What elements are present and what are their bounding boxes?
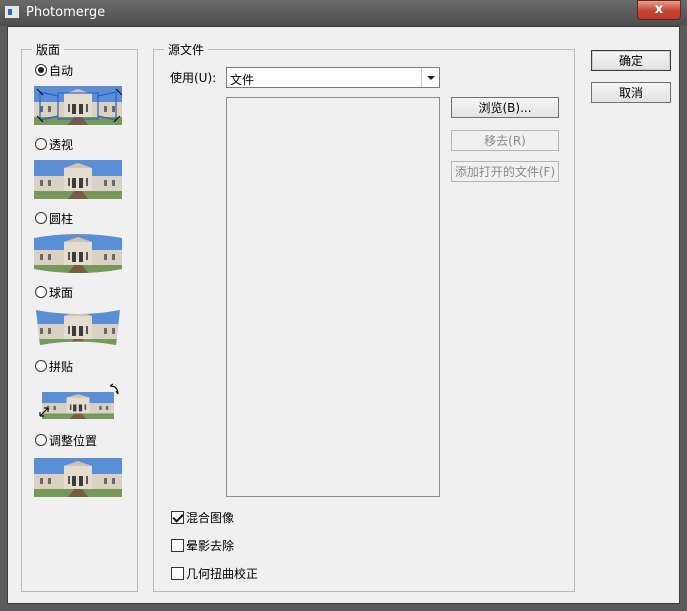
collage-layout-thumbnail <box>34 382 122 421</box>
radio-button[interactable] <box>35 212 47 224</box>
layout-option-label: 透视 <box>49 137 74 152</box>
layout-option-collage[interactable]: 拼贴 <box>35 358 73 374</box>
layout-option-label: 球面 <box>49 285 74 300</box>
use-select-value: 文件 <box>230 73 255 87</box>
layout-option-cylindrical[interactable]: 圆柱 <box>35 210 73 226</box>
perspective-layout-thumbnail <box>34 160 122 199</box>
layout-option-label: 自动 <box>49 63 74 78</box>
layout-option-reposition[interactable]: 调整位置 <box>35 432 97 448</box>
radio-button[interactable] <box>35 64 47 76</box>
auto-layout-thumbnail <box>34 86 122 125</box>
vignette-removal-label: 晕影去除 <box>186 538 235 553</box>
browse-button[interactable]: 浏览(B)... <box>451 97 559 118</box>
close-button[interactable]: x <box>637 0 681 20</box>
source-files-list[interactable] <box>226 97 440 497</box>
layout-option-label: 圆柱 <box>49 211 74 226</box>
use-select[interactable]: 文件 <box>226 67 440 88</box>
vignette-removal-option[interactable]: 晕影去除 <box>171 537 234 553</box>
dialog-body: 版面 自动 透视 圆柱 球面 拼贴 调整位置 源文件 使用(U): 文件 浏览(… <box>7 26 680 604</box>
add-open-files-button[interactable]: 添加打开的文件(F) <box>451 161 559 182</box>
photomerge-dialog: Photomerge x 版面 自动 透视 圆柱 球面 拼贴 调整位置 源文件 … <box>0 0 687 611</box>
layout-group-legend: 版面 <box>32 41 65 58</box>
use-label: 使用(U): <box>170 71 217 85</box>
layout-option-spherical[interactable]: 球面 <box>35 284 73 300</box>
geometric-distortion-label: 几何扭曲校正 <box>186 566 259 581</box>
window-title: Photomerge <box>26 5 106 20</box>
checkbox[interactable] <box>171 566 184 580</box>
blend-images-option[interactable]: 混合图像 <box>171 509 234 525</box>
layout-option-auto[interactable]: 自动 <box>35 62 73 78</box>
title-bar[interactable]: Photomerge x <box>0 0 687 26</box>
layout-option-label: 调整位置 <box>49 433 98 448</box>
radio-button[interactable] <box>35 138 47 150</box>
spherical-layout-thumbnail <box>36 310 120 345</box>
radio-button[interactable] <box>35 286 47 298</box>
checkbox[interactable] <box>171 510 184 524</box>
layout-option-label: 拼贴 <box>49 359 74 374</box>
ok-button[interactable]: 确定 <box>591 50 671 71</box>
chevron-down-icon[interactable] <box>421 68 439 87</box>
close-icon: x <box>654 2 664 17</box>
cylindrical-layout-thumbnail <box>34 234 122 273</box>
geometric-distortion-option[interactable]: 几何扭曲校正 <box>171 565 258 581</box>
radio-button[interactable] <box>35 360 47 372</box>
app-icon <box>5 6 19 18</box>
radio-button[interactable] <box>35 434 47 446</box>
reposition-layout-thumbnail <box>34 458 122 497</box>
blend-images-label: 混合图像 <box>186 510 235 525</box>
remove-button[interactable]: 移去(R) <box>451 130 559 151</box>
layout-option-perspective[interactable]: 透视 <box>35 136 73 152</box>
checkbox[interactable] <box>171 538 184 552</box>
source-files-group-legend: 源文件 <box>164 41 209 58</box>
cancel-button[interactable]: 取消 <box>591 82 671 103</box>
